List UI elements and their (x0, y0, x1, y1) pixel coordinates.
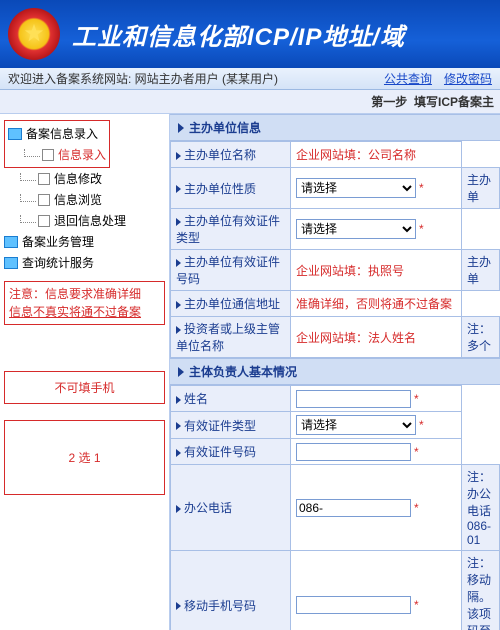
tree-group-stats[interactable]: 查询统计服务 (4, 252, 165, 273)
page-icon (42, 149, 54, 161)
mobile-phone-input[interactable] (296, 596, 411, 614)
step-bar: 第一步 填写ICP备案主 (0, 90, 500, 114)
page-icon (38, 173, 50, 185)
welcome-text: 欢迎进入备案系统网站: 网站主办者用户 (某某用户) (8, 70, 278, 87)
tree-node-record-entry[interactable]: 备案信息录入 (8, 123, 106, 144)
annotation-no-mobile: 不可填手机 (4, 371, 165, 404)
triangle-icon (178, 367, 184, 377)
folder-icon (8, 128, 22, 140)
hint-license-no: 企业网站填：执照号 (296, 264, 404, 278)
change-password-link[interactable]: 修改密码 (444, 70, 492, 87)
folder-icon (4, 236, 18, 248)
page-icon (38, 215, 50, 227)
sidebar: 备案信息录入 信息录入 信息修改 信息浏览 退回信息处理 备案业务管理 查询统计… (0, 114, 170, 630)
person-info-table: 姓名* 有效证件类型请选择* 有效证件号码* 办公电话*注：办公电话086-01… (170, 385, 500, 630)
hint-address: 准确详细，否则将通不过备案 (296, 297, 452, 311)
tree-group-business[interactable]: 备案业务管理 (4, 231, 165, 252)
national-emblem-icon (8, 8, 60, 60)
app-title: 工业和信息化部ICP/IP地址/域 (72, 17, 405, 52)
hint-company-name: 企业网站填：公司名称 (296, 148, 416, 162)
page-icon (38, 194, 50, 206)
person-cert-no-input[interactable] (296, 443, 411, 461)
triangle-icon (178, 123, 184, 133)
main-content: 主办单位信息 主办单位名称企业网站填：公司名称 主办单位性质请选择*主办单 主办… (170, 114, 500, 630)
hint-legal-person: 企业网站填：法人姓名 (296, 331, 416, 345)
org-nature-select[interactable]: 请选择 (296, 178, 416, 198)
nav-tree: 备案信息录入 信息录入 信息修改 信息浏览 退回信息处理 备案业务管理 查询统计… (4, 120, 165, 273)
annotation-two-choose-one: 2 选 1 (4, 420, 165, 495)
tree-node-info-entry[interactable]: 信息录入 (18, 144, 106, 165)
top-bar: 欢迎进入备案系统网站: 网站主办者用户 (某某用户) 公共查询 修改密码 (0, 68, 500, 90)
name-input[interactable] (296, 390, 411, 408)
office-phone-input[interactable] (296, 499, 411, 517)
tree-node-modify[interactable]: 信息修改 (14, 168, 165, 189)
section-header-org: 主办单位信息 (170, 114, 500, 141)
annotation-accuracy: 注意：信息要求准确详细 信息不真实将通不过备案 (4, 281, 165, 325)
tree-node-browse[interactable]: 信息浏览 (14, 189, 165, 210)
org-cert-type-select[interactable]: 请选择 (296, 219, 416, 239)
step-number: 第一步 (371, 93, 407, 110)
org-info-table: 主办单位名称企业网站填：公司名称 主办单位性质请选择*主办单 主办单位有效证件类… (170, 141, 500, 358)
public-query-link[interactable]: 公共查询 (384, 70, 432, 87)
app-header: 工业和信息化部ICP/IP地址/域 (0, 0, 500, 68)
person-cert-type-select[interactable]: 请选择 (296, 415, 416, 435)
folder-icon (4, 257, 18, 269)
step-label: 填写ICP备案主 (414, 93, 494, 110)
tree-node-returned[interactable]: 退回信息处理 (14, 210, 165, 231)
section-header-person: 主体负责人基本情况 (170, 358, 500, 385)
